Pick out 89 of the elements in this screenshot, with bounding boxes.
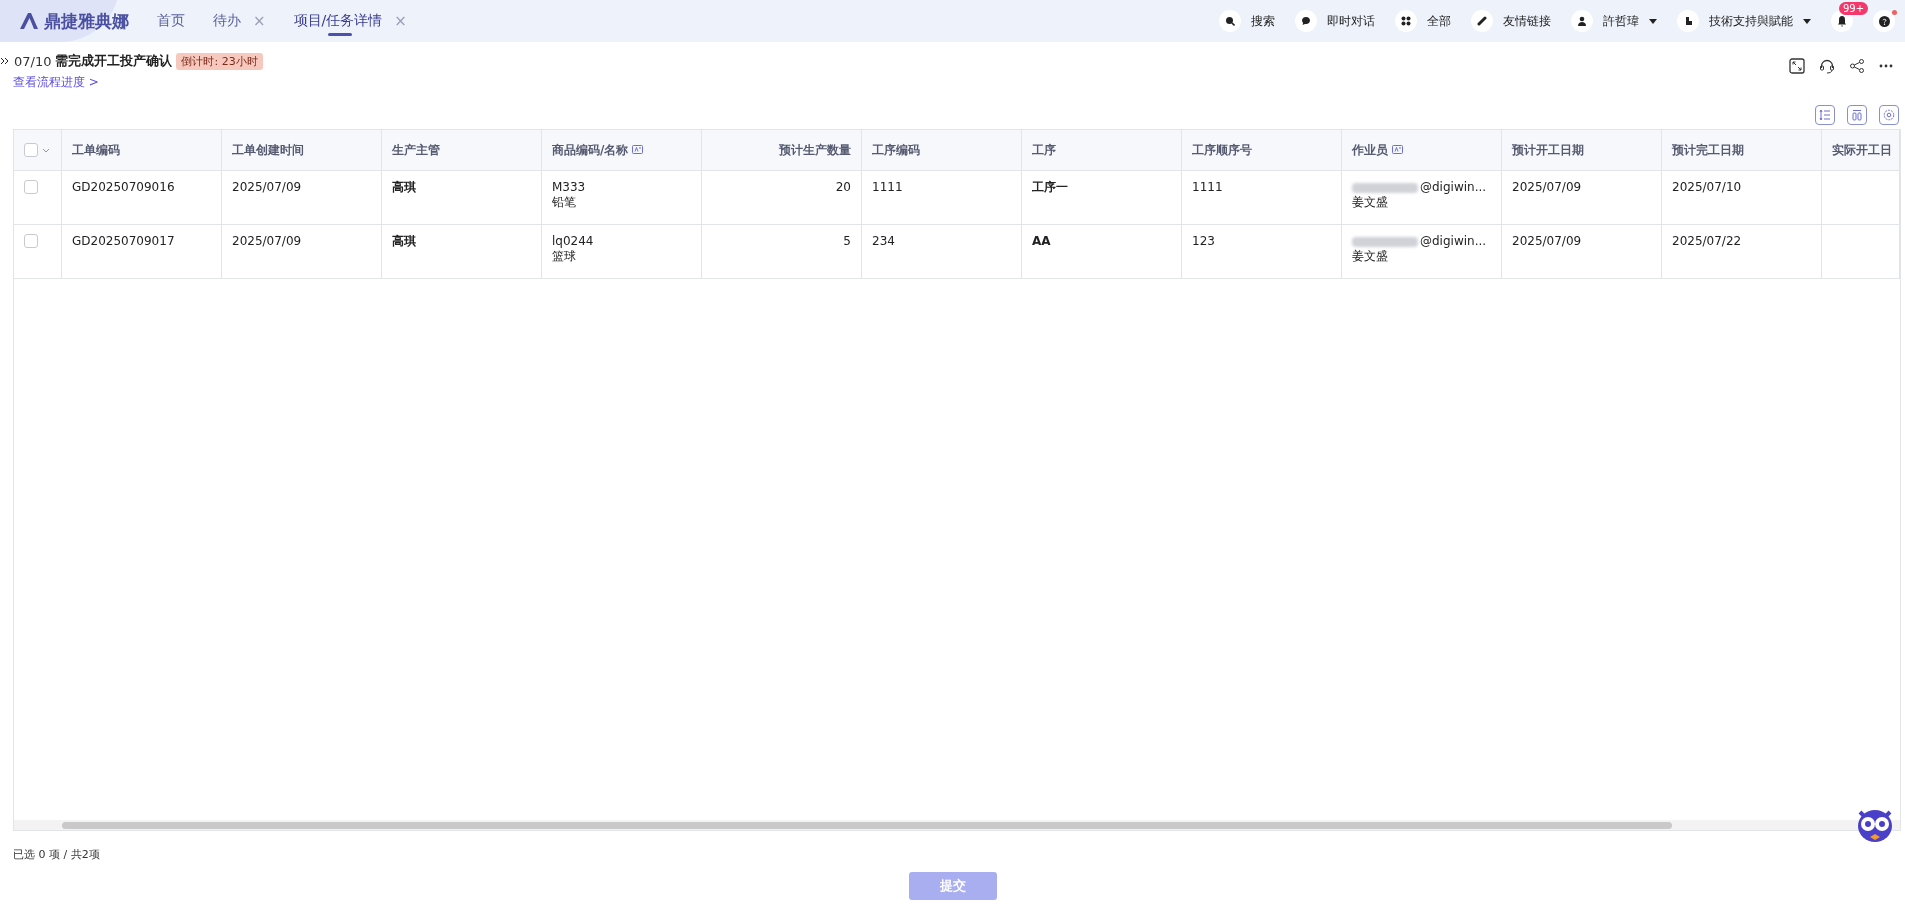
action-label[interactable]: 許哲瑋 xyxy=(1603,12,1639,30)
headset-icon[interactable] xyxy=(1819,58,1835,74)
action-icon-button[interactable] xyxy=(1395,10,1417,32)
cell-text: 2025/07/09 xyxy=(1512,234,1582,249)
share-icon[interactable] xyxy=(1849,58,1865,74)
cell-text: GD20250709017 xyxy=(72,234,175,249)
logo-icon xyxy=(20,13,38,29)
search-icon xyxy=(1225,16,1235,26)
row-checkbox[interactable] xyxy=(24,180,38,194)
cell-text: 2025/07/09 xyxy=(232,234,302,249)
action-icon-button[interactable] xyxy=(1677,10,1699,32)
notification-count-badge: 99+ xyxy=(1839,2,1869,15)
cell-text: 铅笔 xyxy=(552,195,576,210)
cell-text: 高琪 xyxy=(392,180,416,195)
cell-text: 234 xyxy=(872,234,895,249)
column-header: 作业员 xyxy=(1352,141,1388,159)
grid-dots-icon xyxy=(1401,16,1411,26)
active-tab-indicator xyxy=(327,33,352,36)
bell-icon xyxy=(1837,15,1847,27)
cell-text: @digiwin... xyxy=(1420,234,1487,249)
action-icon-button[interactable] xyxy=(1571,10,1593,32)
settings-button[interactable] xyxy=(1879,105,1899,125)
cell-text: GD20250709016 xyxy=(72,180,175,195)
task-date: 07/10 xyxy=(14,53,52,69)
cell-text: M333 xyxy=(552,180,586,195)
action-icon-button[interactable] xyxy=(1219,10,1241,32)
cell-text: 1111 xyxy=(1192,180,1223,195)
column-header: 实际开工日 xyxy=(1832,141,1892,159)
select-all-checkbox[interactable] xyxy=(24,143,38,157)
scrollbar-thumb[interactable] xyxy=(62,822,1672,829)
column-header: 工单创建时间 xyxy=(232,141,304,159)
cell-text: 工序一 xyxy=(1032,180,1068,195)
horizontal-scrollbar[interactable] xyxy=(14,820,1900,830)
cell-text: 2025/07/22 xyxy=(1672,234,1742,249)
cell-text: 2025/07/09 xyxy=(232,180,302,195)
user-icon xyxy=(1577,16,1587,26)
redacted-text xyxy=(1352,182,1418,193)
chat-bubble-icon xyxy=(1301,16,1311,26)
nav-tab[interactable]: 项目/任务详情 xyxy=(293,12,383,30)
column-header: 预计生产数量 xyxy=(779,141,851,159)
columns-icon xyxy=(1851,109,1863,121)
redacted-text xyxy=(1352,236,1418,247)
cell-text: 姜文盛 xyxy=(1352,249,1388,264)
selection-summary: 已选 0 项 / 共2项 xyxy=(13,848,100,861)
cell-text: @digiwin... xyxy=(1420,180,1487,195)
task-title: 需完成开工投产确认 xyxy=(55,52,173,70)
cell-text: 姜文盛 xyxy=(1352,195,1388,210)
column-header: 工序编码 xyxy=(872,141,920,159)
chevron-down-icon[interactable] xyxy=(42,147,50,153)
row-height-button[interactable] xyxy=(1815,105,1835,125)
action-label[interactable]: 搜索 xyxy=(1251,12,1275,30)
cell-text: 2025/07/09 xyxy=(1512,180,1582,195)
column-header: 预计开工日期 xyxy=(1512,141,1584,159)
help-icon xyxy=(1878,15,1890,27)
nav-tab[interactable]: 待办 xyxy=(213,12,241,30)
row-checkbox[interactable] xyxy=(24,234,38,248)
cell-text: 篮球 xyxy=(552,249,576,264)
cell-text: 5 xyxy=(843,234,851,249)
column-header: 工序顺序号 xyxy=(1192,141,1252,159)
cell-text: 1111 xyxy=(872,180,903,195)
column-header: 预计完工日期 xyxy=(1672,141,1744,159)
cell-text: 高琪 xyxy=(392,234,416,249)
cell-text: lq0244 xyxy=(552,234,594,249)
translate-icon[interactable] xyxy=(1392,144,1403,156)
column-header: 生产主管 xyxy=(392,141,440,159)
column-header: 工单编码 xyxy=(72,141,120,159)
cell-text: AA xyxy=(1032,234,1051,249)
settings-icon xyxy=(1883,109,1895,121)
cell-text: 20 xyxy=(835,180,851,195)
action-label[interactable]: 技術支持與賦能 xyxy=(1709,12,1793,30)
row-height-icon xyxy=(1819,109,1831,121)
cell-text: 123 xyxy=(1192,234,1215,249)
translate-icon[interactable] xyxy=(632,144,644,156)
brand-name: 鼎捷雅典娜 xyxy=(44,9,129,33)
action-label[interactable]: 全部 xyxy=(1427,12,1451,30)
column-header: 商品编码/名称 xyxy=(552,141,629,159)
action-icon-button[interactable] xyxy=(1471,10,1493,32)
action-label[interactable]: 友情链接 xyxy=(1503,12,1551,30)
countdown-tag: 倒计时: 23小时 xyxy=(176,52,263,70)
fullscreen-icon[interactable] xyxy=(1789,58,1805,74)
nav-tab[interactable]: 首页 xyxy=(157,12,185,30)
action-icon-button[interactable] xyxy=(1295,10,1317,32)
cell-text: 2025/07/10 xyxy=(1672,180,1742,195)
help-button[interactable] xyxy=(1873,10,1895,32)
expand-sidebar-icon[interactable] xyxy=(0,56,10,66)
column-header: 工序 xyxy=(1032,141,1056,159)
column-layout-button[interactable] xyxy=(1847,105,1867,125)
progress-link[interactable]: 查看流程进度 > xyxy=(13,74,263,91)
action-label[interactable]: 即时对话 xyxy=(1327,12,1375,30)
